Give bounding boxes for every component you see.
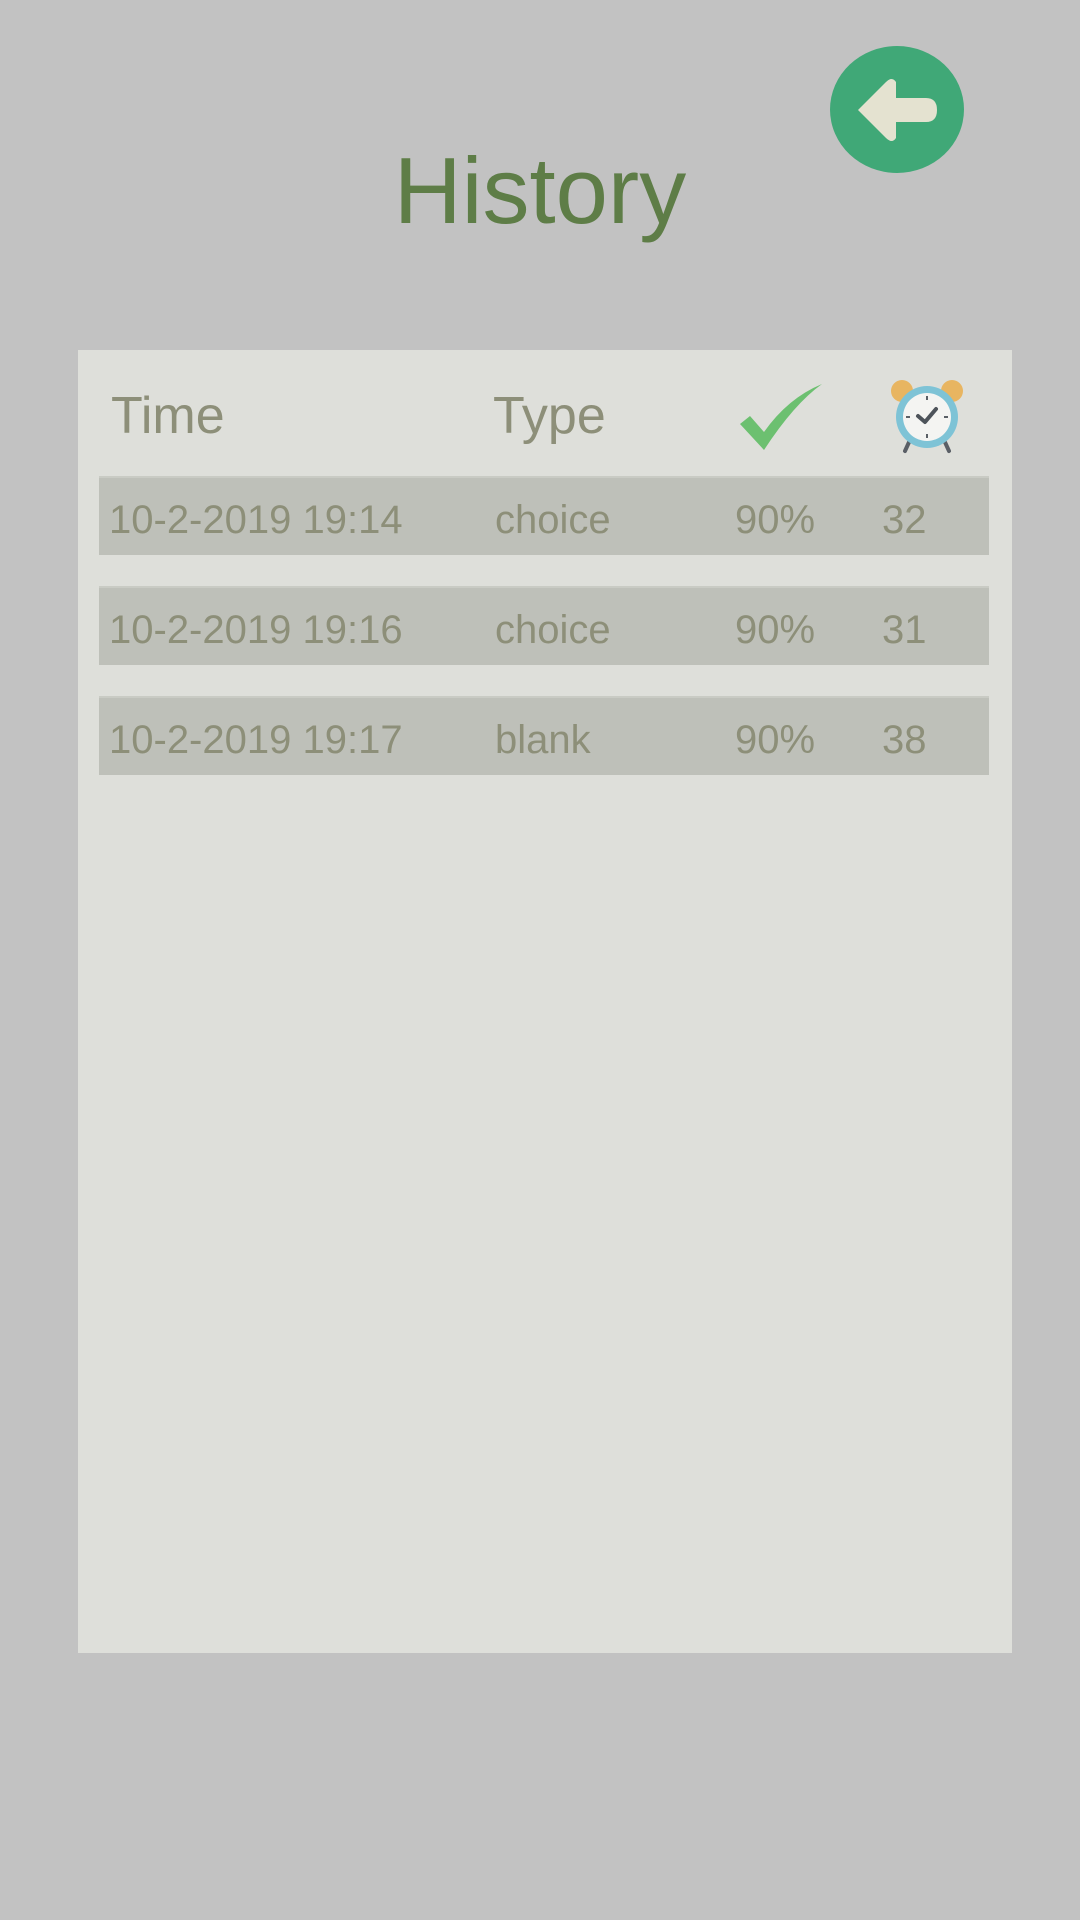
table-header: Time Type <box>78 350 1012 475</box>
row-duration: 31 <box>882 608 927 652</box>
table-row[interactable]: 10-2-2019 19:16 choice 90% 31 <box>99 586 989 665</box>
row-type: blank <box>495 718 591 762</box>
page-title: History <box>393 138 687 243</box>
table-row[interactable]: 10-2-2019 19:14 choice 90% 32 <box>99 476 989 555</box>
alarm-clock-icon <box>891 380 963 453</box>
row-type: choice <box>495 498 611 542</box>
checkmark-icon <box>740 384 822 450</box>
row-time: 10-2-2019 19:17 <box>109 718 403 762</box>
row-duration: 38 <box>882 718 927 762</box>
row-time: 10-2-2019 19:16 <box>109 608 403 652</box>
column-header-type: Type <box>493 387 606 445</box>
row-correct-percent: 90% <box>735 608 816 652</box>
column-header-time: Time <box>111 387 225 445</box>
table-row[interactable]: 10-2-2019 19:17 blank 90% 38 <box>99 696 989 775</box>
row-duration: 32 <box>882 498 927 542</box>
row-type: choice <box>495 608 611 652</box>
row-time: 10-2-2019 19:14 <box>109 498 403 542</box>
row-correct-percent: 90% <box>735 498 816 542</box>
history-panel: Time Type 10-2-2019 19:14 choice 90% 32 … <box>78 350 1012 1653</box>
arrow-left-icon <box>858 78 937 141</box>
row-correct-percent: 90% <box>735 718 816 762</box>
